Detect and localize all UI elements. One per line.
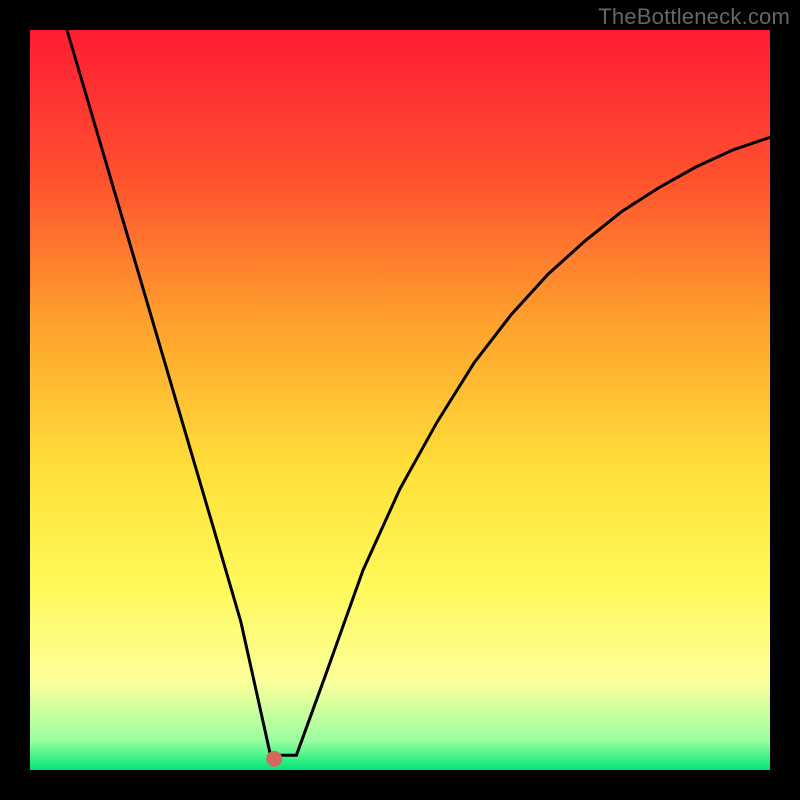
watermark-text: TheBottleneck.com	[598, 4, 790, 30]
plot-background	[30, 30, 770, 770]
optimal-point-marker	[266, 751, 282, 767]
bottleneck-chart	[0, 0, 800, 800]
chart-frame: TheBottleneck.com	[0, 0, 800, 800]
